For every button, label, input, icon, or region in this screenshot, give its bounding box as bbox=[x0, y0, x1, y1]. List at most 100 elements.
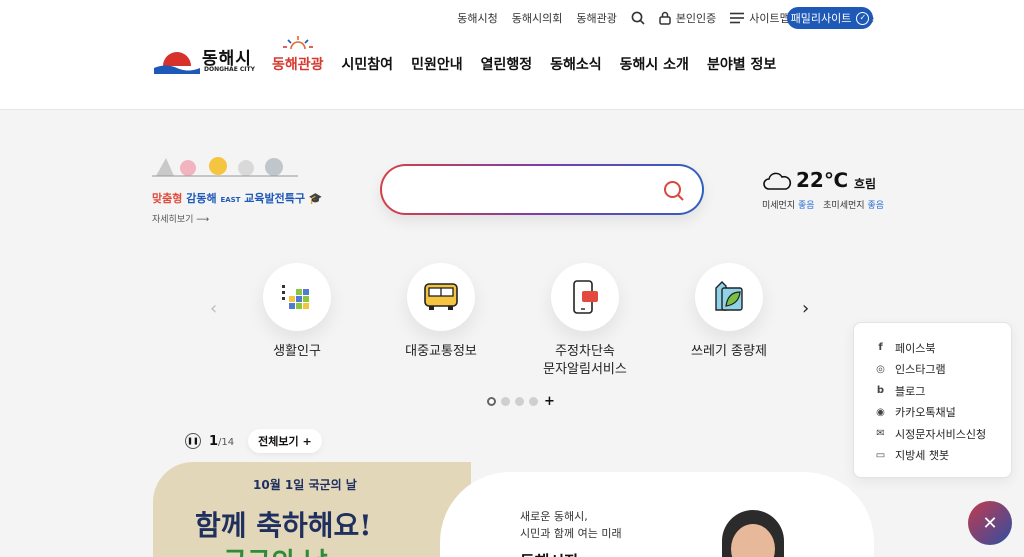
service-icon-wrap bbox=[263, 263, 331, 331]
service-prev-button[interactable]: ‹ bbox=[210, 298, 217, 319]
service-label: 주정차단속 문자알림서비스 bbox=[543, 344, 627, 377]
phone-message-icon bbox=[573, 280, 598, 314]
fine-dust-value: 좋음 bbox=[798, 201, 815, 211]
event-banner[interactable]: 10월 1일 국군의 날 함께 축하해요! 국군의 날 bbox=[153, 462, 471, 557]
service-pagination: + bbox=[487, 395, 555, 408]
service-item-parking-sms[interactable]: 주정차단속 문자알림서비스 bbox=[530, 263, 640, 379]
banner-controls: ❚❚ 1/14 전체보기 + bbox=[185, 429, 322, 453]
mayor-title: 동해시장 bbox=[520, 548, 579, 557]
bus-icon bbox=[424, 283, 458, 310]
sns-label: 블로그 bbox=[895, 384, 926, 398]
banner-counter: 1/14 bbox=[209, 434, 234, 449]
graduation-cap-icon: 🎓 bbox=[308, 192, 323, 205]
sitemap-link[interactable]: 사이트맵 bbox=[730, 10, 790, 26]
grid-blocks-icon bbox=[282, 285, 309, 309]
service-label: 대중교통정보 bbox=[405, 344, 477, 359]
sns-kakao[interactable]: ◉ 카카오톡채널 bbox=[874, 402, 1011, 424]
search-submit-icon[interactable] bbox=[662, 179, 686, 203]
promo-brand: 감동해 bbox=[186, 192, 217, 205]
page-dot[interactable] bbox=[515, 397, 524, 406]
util-link-tour[interactable]: 동해관광 bbox=[576, 10, 616, 26]
promo-more-label: 자세히보기 bbox=[152, 215, 194, 225]
sns-sms-service[interactable]: ✉ 시정문자서비스신청 bbox=[874, 423, 1011, 445]
auth-label: 본인인증 bbox=[675, 12, 717, 25]
service-icon-wrap bbox=[695, 263, 763, 331]
promo-brand-sub: EAST bbox=[220, 196, 241, 204]
search-toggle[interactable] bbox=[631, 11, 645, 25]
sns-label: 페이스북 bbox=[895, 341, 936, 355]
sns-label: 시정문자서비스신청 bbox=[895, 427, 987, 441]
sitemap-label: 사이트맵 bbox=[749, 12, 790, 25]
promo-title: 맞춤형 감동해 EAST 교육발전특구 🎓 bbox=[152, 190, 323, 206]
sns-label: 지방세 챗봇 bbox=[895, 449, 950, 463]
nav-item-civil[interactable]: 민원안내 bbox=[411, 54, 463, 74]
banner-line1: 10월 1일 국군의 날 bbox=[253, 478, 357, 492]
mascot-characters-icon bbox=[152, 157, 298, 177]
nav-item-fields[interactable]: 분야별 정보 bbox=[707, 54, 776, 74]
fine-dust-label: 미세먼지 bbox=[762, 201, 796, 211]
close-sns-button[interactable]: ✕ bbox=[968, 501, 1012, 545]
banner-line3: 국군의 날 bbox=[223, 542, 328, 557]
nav-item-participation[interactable]: 시민참여 bbox=[342, 54, 394, 74]
search-icon bbox=[631, 11, 645, 25]
blog-icon: b bbox=[876, 385, 885, 397]
lock-icon bbox=[659, 11, 671, 25]
sns-facebook[interactable]: f 페이스북 bbox=[874, 337, 1011, 359]
service-next-button[interactable]: › bbox=[802, 298, 809, 319]
menu-icon bbox=[730, 12, 745, 24]
auth-link[interactable]: 본인인증 bbox=[659, 10, 716, 26]
view-all-button[interactable]: 전체보기 + bbox=[248, 429, 322, 453]
nav-item-tour[interactable]: 동해관광 bbox=[272, 54, 324, 74]
tour-sun-icon bbox=[283, 36, 313, 50]
ultrafine-dust-value: 좋음 bbox=[867, 201, 884, 211]
pause-icon[interactable]: ❚❚ bbox=[185, 433, 201, 449]
util-link-council[interactable]: 동해시의회 bbox=[512, 10, 563, 26]
cloud-icon bbox=[763, 172, 792, 190]
facebook-icon: f bbox=[878, 342, 883, 354]
sun-sea-logo-icon bbox=[154, 52, 200, 74]
util-link-cityhall[interactable]: 동해시청 bbox=[457, 10, 497, 26]
logo-subtext: DONGHAE CITY bbox=[204, 66, 255, 73]
nav-item-admin[interactable]: 열린행정 bbox=[481, 54, 533, 74]
mayor-photo bbox=[722, 510, 784, 557]
banner-total: /14 bbox=[218, 436, 235, 448]
sns-label: 인스타그램 bbox=[895, 363, 946, 377]
plus-icon[interactable]: + bbox=[544, 395, 555, 408]
arrow-right-icon: ⟶ bbox=[196, 215, 210, 225]
site-logo[interactable]: 동해시 DONGHAE CITY bbox=[154, 42, 264, 76]
sns-panel: f 페이스북 ◎ 인스타그램 b 블로그 ◉ 카카오톡채널 ✉ 시정문자서비스신청 ▭ 지방… bbox=[853, 322, 1012, 478]
family-site-button[interactable]: 패밀리사이트 ✓ bbox=[787, 7, 873, 29]
sns-tax-chatbot[interactable]: ▭ 지방세 챗봇 bbox=[874, 445, 1011, 467]
check-icon: ✓ bbox=[856, 11, 870, 25]
chat-icon: ▭ bbox=[875, 449, 886, 461]
weather-state: 흐림 bbox=[854, 177, 877, 191]
education-promo[interactable]: 맞춤형 감동해 EAST 교육발전특구 🎓 자세히보기 ⟶ bbox=[152, 152, 342, 227]
service-item-transit[interactable]: 대중교통정보 bbox=[386, 263, 496, 361]
service-label: 쓰레기 종량제 bbox=[691, 344, 767, 359]
ultrafine-dust-label: 초미세먼지 bbox=[823, 201, 865, 211]
page-dot[interactable] bbox=[529, 397, 538, 406]
sns-label: 카카오톡채널 bbox=[895, 406, 956, 420]
main-nav: 동해관광 시민참여 민원안내 열린행정 동해소식 동해시 소개 분야별 정보 bbox=[272, 54, 794, 74]
kakao-icon: ◉ bbox=[876, 406, 885, 418]
weather-widget: 22℃ 흐림 미세먼지 좋음 초미세먼지 좋음 bbox=[762, 168, 902, 218]
search-input[interactable] bbox=[402, 178, 662, 202]
sns-blog[interactable]: b 블로그 bbox=[874, 380, 1011, 402]
service-icon-wrap bbox=[551, 263, 619, 331]
page-dot[interactable] bbox=[501, 397, 510, 406]
main-search bbox=[380, 164, 704, 215]
service-item-waste[interactable]: 쓰레기 종량제 bbox=[674, 263, 784, 361]
mayor-intro: 새로운 동해시, 시민과 함께 여는 미래 bbox=[520, 510, 622, 540]
sns-instagram[interactable]: ◎ 인스타그램 bbox=[874, 359, 1011, 381]
page-dot[interactable] bbox=[487, 397, 496, 406]
service-item-population[interactable]: 생활인구 bbox=[242, 263, 352, 361]
site-header: 동해시청 동해시의회 동해관광 본인인증 사이트맵 language 패밀리사이… bbox=[0, 0, 1024, 110]
promo-more-link[interactable]: 자세히보기 ⟶ bbox=[152, 212, 209, 225]
family-site-label: 패밀리사이트 bbox=[790, 12, 852, 25]
weather-temp: 22℃ bbox=[796, 168, 849, 192]
bag-leaf-icon bbox=[715, 281, 743, 311]
mail-icon: ✉ bbox=[876, 428, 885, 440]
instagram-icon: ◎ bbox=[876, 363, 885, 375]
nav-item-news[interactable]: 동해소식 bbox=[550, 54, 602, 74]
nav-item-about[interactable]: 동해시 소개 bbox=[620, 54, 689, 74]
